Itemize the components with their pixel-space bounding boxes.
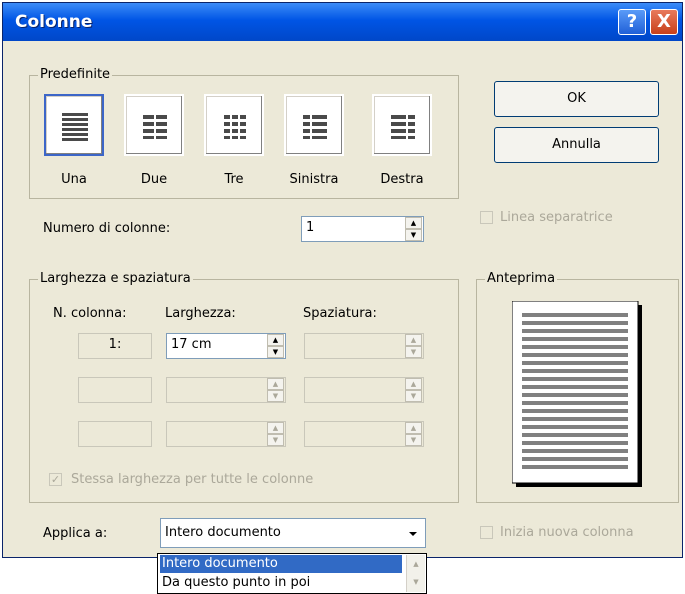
equal-width-checkbox: ✓ (49, 473, 62, 486)
presets-group: Predefinite Una Due Tre Sinistra Destra (29, 67, 459, 199)
preset-three[interactable] (204, 94, 264, 156)
width-input-2: ▲ ▼ (166, 377, 286, 403)
spin-down-icon[interactable]: ▼ (267, 346, 284, 358)
dropdown-option[interactable]: Da questo punto in poi (160, 574, 402, 592)
apply-value: Intero documento (165, 525, 281, 540)
preview-page-icon (512, 301, 642, 487)
col-number-2 (78, 377, 152, 403)
ok-button[interactable]: OK (494, 81, 659, 117)
num-columns-spinner[interactable]: ▲ ▼ (405, 217, 422, 241)
presets-legend: Predefinite (38, 67, 113, 82)
preset-two-label: Due (140, 172, 168, 187)
apply-label: Applica a: (43, 526, 108, 541)
help-button[interactable]: ? (618, 9, 646, 35)
spin-down-icon[interactable]: ▼ (405, 229, 422, 241)
width-input-1[interactable]: 17 cm ▲ ▼ (166, 333, 286, 359)
cancel-button[interactable]: Annulla (494, 127, 659, 163)
spin-up-icon: ▲ (267, 378, 284, 390)
apply-select[interactable]: Intero documento (160, 518, 426, 548)
col-number-1-value: 1: (108, 337, 122, 352)
width-header: Larghezza: (165, 306, 236, 321)
width-spinner-3: ▲ ▼ (267, 422, 284, 446)
columns-dialog: Colonne ? X Predefinite Una Due Tre Sini… (2, 2, 683, 558)
separator-checkbox[interactable] (480, 211, 493, 224)
preset-one[interactable] (44, 94, 104, 156)
num-columns-input[interactable]: 1 ▲ ▼ (301, 216, 424, 242)
preset-left-label: Sinistra (289, 172, 339, 187)
num-columns-label: Numero di colonne: (43, 221, 171, 236)
spin-up-icon: ▲ (267, 422, 284, 434)
spin-down-icon: ▼ (267, 390, 284, 402)
spin-up-icon: ▲ (405, 422, 422, 434)
spin-down-icon: ▼ (267, 434, 284, 446)
width-value-1: 17 cm (171, 337, 212, 352)
dialog-title: Colonne (15, 12, 93, 32)
dropdown-option[interactable]: Intero documento (160, 555, 402, 573)
spacing-header: Spaziatura: (303, 306, 377, 321)
width-spinner-2: ▲ ▼ (267, 378, 284, 402)
preset-right[interactable] (372, 94, 432, 156)
spin-down-icon: ▼ (405, 434, 422, 446)
spacing-spinner-3: ▲ ▼ (405, 422, 422, 446)
spin-up-icon: ▲ (405, 334, 422, 346)
chevron-down-icon[interactable] (407, 529, 419, 539)
spacing-spinner-1: ▲ ▼ (405, 334, 422, 358)
three-columns-icon (224, 115, 246, 139)
col-header: N. colonna: (53, 306, 127, 321)
dropdown-scrollbar[interactable]: ▲ ▼ (406, 555, 425, 592)
preset-right-label: Destra (380, 172, 424, 187)
preset-left[interactable] (284, 94, 344, 156)
spin-up-icon[interactable]: ▲ (267, 334, 284, 346)
spin-up-icon: ▲ (405, 378, 422, 390)
two-columns-icon (143, 115, 167, 139)
spin-up-icon[interactable]: ▲ (405, 217, 422, 229)
new-column-checkbox[interactable] (480, 526, 493, 539)
preview-legend: Anteprima (485, 271, 558, 286)
preset-three-label: Tre (224, 172, 244, 187)
title-bar[interactable]: Colonne ? X (3, 3, 682, 41)
left-column-icon (303, 115, 327, 139)
scroll-up-icon[interactable]: ▲ (407, 555, 425, 573)
new-column-label: Inizia nuova colonna (500, 525, 634, 540)
spacing-input-3: ▲ ▼ (304, 421, 424, 447)
spacing-input-1: ▲ ▼ (304, 333, 424, 359)
right-column-icon (391, 115, 415, 139)
num-columns-value: 1 (306, 220, 315, 235)
one-column-icon (62, 113, 88, 141)
width-input-3: ▲ ▼ (166, 421, 286, 447)
close-button[interactable]: X (650, 9, 678, 35)
spin-down-icon: ▼ (405, 346, 422, 358)
spacing-spinner-2: ▲ ▼ (405, 378, 422, 402)
width-spinner-1[interactable]: ▲ ▼ (267, 334, 284, 358)
scroll-down-icon[interactable]: ▼ (407, 573, 425, 591)
preset-two[interactable] (124, 94, 184, 156)
preset-one-label: Una (61, 172, 87, 187)
col-number-3 (78, 421, 152, 447)
col-number-1: 1: (78, 333, 152, 359)
separator-label: Linea separatrice (500, 210, 613, 225)
spin-down-icon: ▼ (405, 390, 422, 402)
width-spacing-legend: Larghezza e spaziatura (38, 271, 193, 286)
apply-dropdown-list: Intero documento Da questo punto in poi … (157, 553, 427, 594)
spacing-input-2: ▲ ▼ (304, 377, 424, 403)
equal-width-label: Stessa larghezza per tutte le colonne (71, 472, 314, 487)
